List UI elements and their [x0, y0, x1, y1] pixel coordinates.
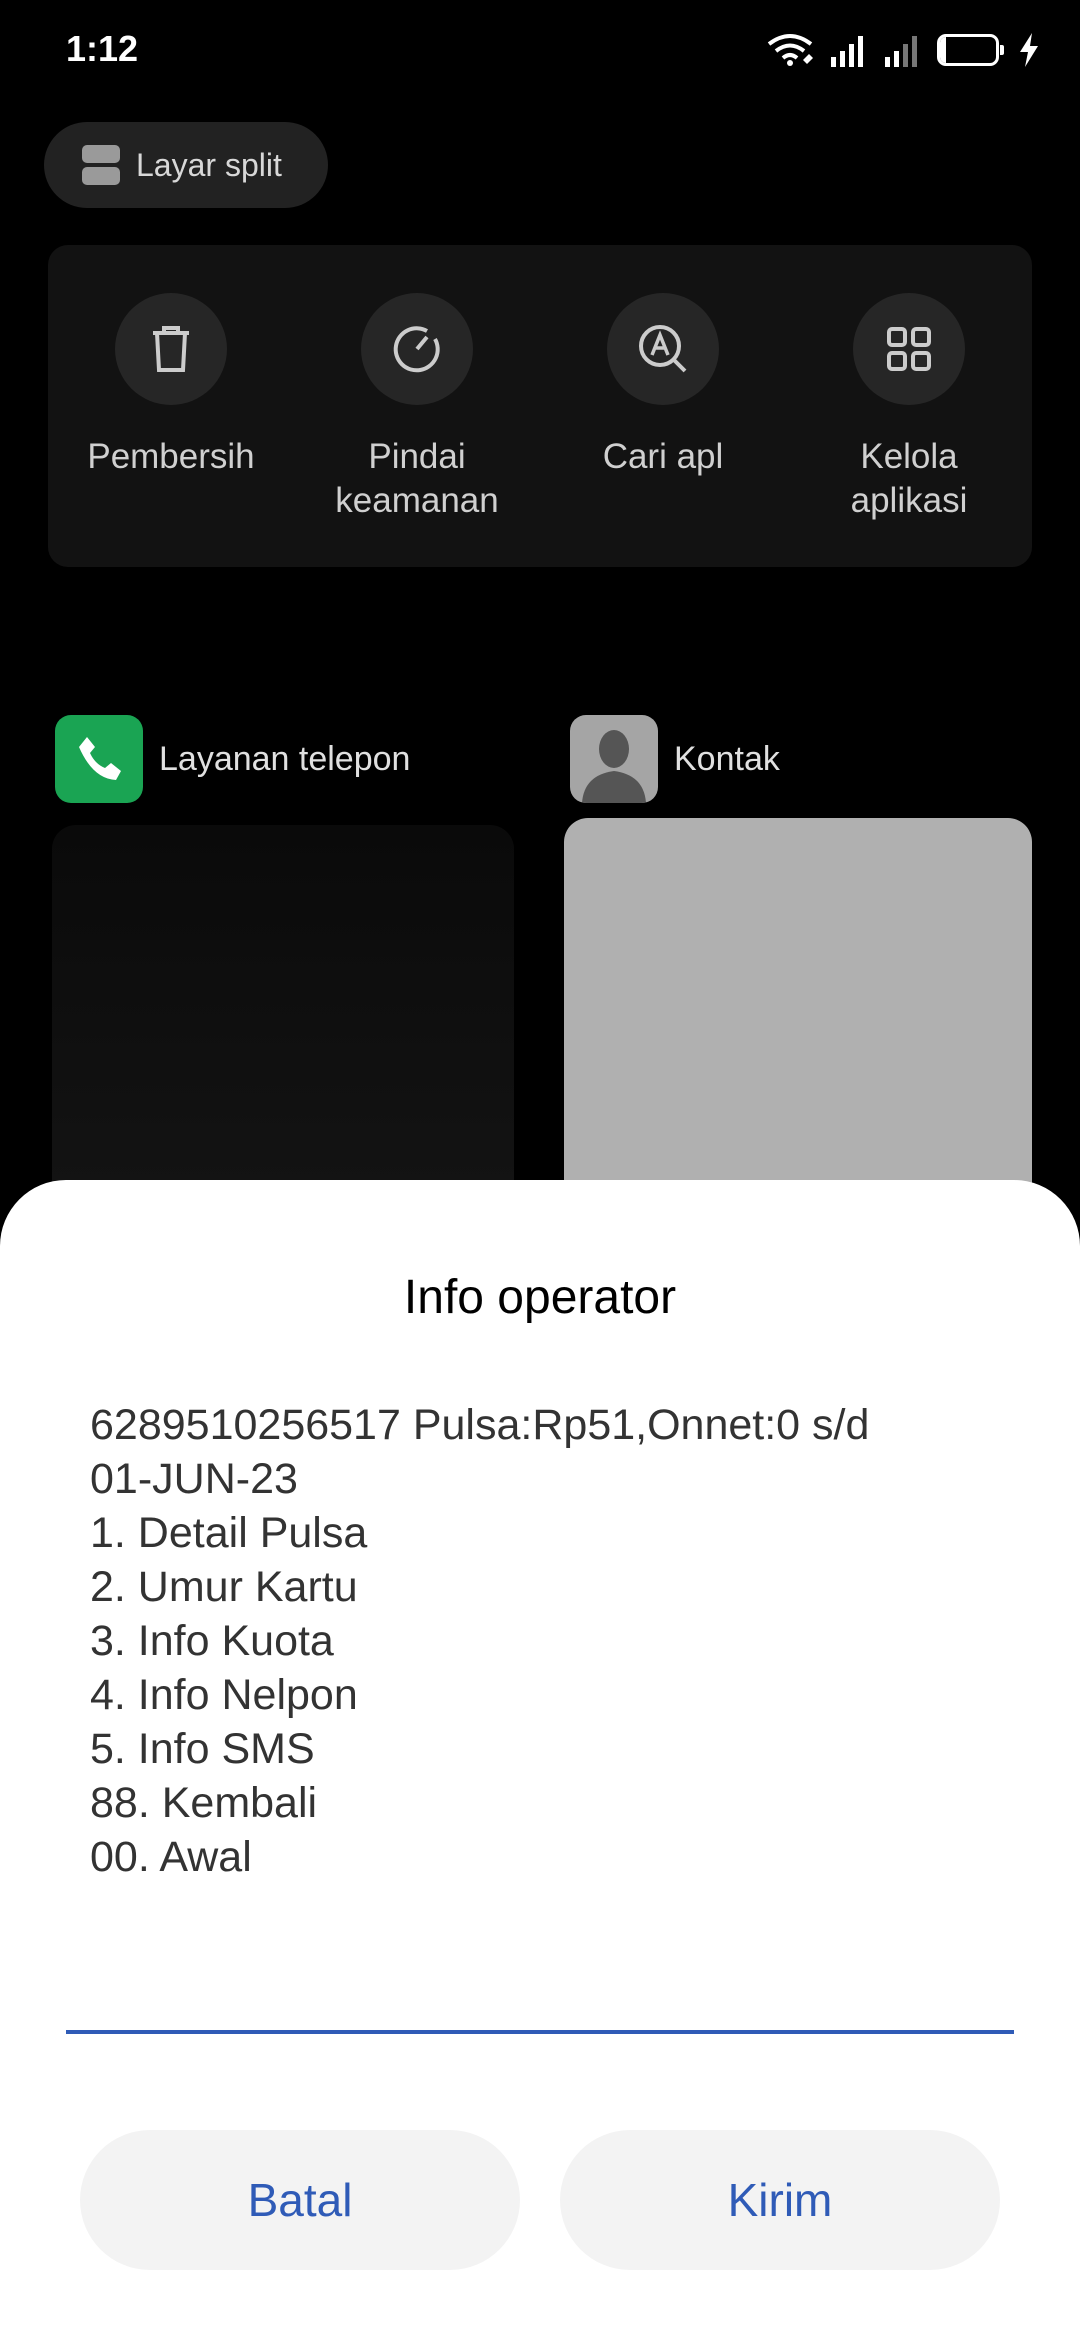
- contacts-app-icon: [570, 715, 658, 803]
- tool-security-scan[interactable]: Pindai keamanan: [294, 293, 540, 523]
- send-button[interactable]: Kirim: [560, 2130, 1000, 2270]
- recent-app-phone-header[interactable]: Layanan telepon: [55, 715, 410, 803]
- recent-app-name: Layanan telepon: [159, 739, 411, 778]
- search-app-icon: [639, 325, 687, 373]
- dialog-title: Info operator: [403, 1271, 677, 1324]
- status-bar: 1:12 10: [0, 0, 1080, 100]
- scan-gauge-icon: [393, 326, 440, 373]
- battery-fill: [940, 37, 946, 63]
- grid-apps-icon: [887, 327, 931, 371]
- split-screen-button[interactable]: Layar split: [44, 122, 328, 208]
- charging-bolt-icon: [1020, 33, 1038, 67]
- split-screen-icon: [82, 145, 120, 185]
- tool-search-apps[interactable]: Cari apl: [540, 293, 786, 479]
- tool-cleaner[interactable]: Pembersih: [48, 293, 294, 479]
- recent-app-name: Kontak: [674, 739, 780, 778]
- reply-input[interactable]: [66, 1970, 1014, 2034]
- recent-app-contacts-preview[interactable]: [564, 818, 1032, 1238]
- phone-app-icon: [55, 715, 143, 803]
- clock: 1:12: [66, 28, 139, 69]
- recent-app-contacts-header[interactable]: Kontak: [570, 715, 780, 803]
- battery-indicator: 10: [937, 34, 1004, 66]
- recent-app-phone-preview[interactable]: [52, 825, 514, 1225]
- phone-icon: [79, 737, 121, 780]
- tool-manage-apps[interactable]: Kelola aplikasi: [786, 293, 1032, 523]
- signal-strength-icon: [831, 36, 863, 67]
- trash-icon: [153, 326, 189, 372]
- cancel-button[interactable]: Batal: [80, 2130, 520, 2270]
- wifi-icon: [767, 34, 813, 66]
- tool-label: Pindai keamanan: [335, 437, 499, 520]
- dialog-message: 6289510256517 Pulsa:Rp51,Onnet:0 s/d 01-…: [90, 1401, 870, 1881]
- status-icons: 10: [765, 30, 1040, 70]
- tool-label: Kelola aplikasi: [850, 437, 968, 520]
- tool-label: Pembersih: [87, 437, 255, 476]
- split-screen-label: Layar split: [136, 146, 282, 183]
- signal-strength-weak-icon: [885, 36, 917, 67]
- quick-tools-panel: Pembersih Pindai keamanan Cari apl Kelol…: [48, 245, 1032, 567]
- battery-level-text: 10: [956, 38, 980, 61]
- operator-info-dialog: Info operator 6289510256517 Pulsa:Rp51,O…: [0, 1180, 1080, 2340]
- tool-label: Cari apl: [602, 437, 724, 476]
- contact-person-icon: [582, 730, 646, 803]
